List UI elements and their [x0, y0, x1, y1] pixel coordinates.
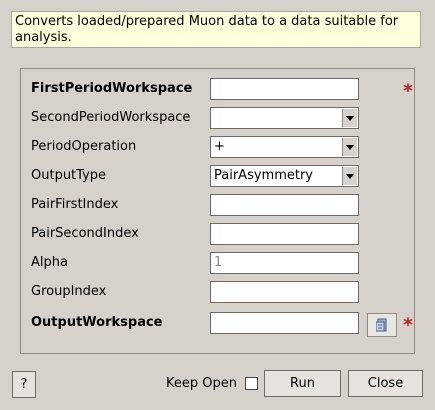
- period-operation-combobox[interactable]: +: [210, 136, 359, 158]
- second-period-workspace-label: SecondPeriodWorkspace: [31, 110, 191, 125]
- period-operation-label: PeriodOperation: [31, 139, 137, 154]
- period-operation-value: +: [214, 139, 225, 154]
- output-workspace-required-icon: *: [403, 314, 413, 336]
- keep-open-checkbox[interactable]: [245, 377, 258, 390]
- workspace-list-icon: [376, 318, 387, 332]
- second-period-workspace-combobox[interactable]: [210, 107, 359, 129]
- first-period-workspace-required-icon: *: [403, 80, 413, 102]
- chevron-down-icon[interactable]: [342, 167, 357, 185]
- close-button[interactable]: Close: [348, 370, 423, 397]
- chevron-down-icon[interactable]: [342, 109, 357, 127]
- chevron-down-icon[interactable]: [342, 138, 357, 156]
- help-button[interactable]: ?: [12, 371, 36, 398]
- pair-first-index-input[interactable]: [210, 194, 359, 216]
- algorithm-description: Converts loaded/prepared Muon data to a …: [11, 11, 421, 48]
- group-index-label: GroupIndex: [31, 284, 107, 299]
- workspace-browse-button[interactable]: [367, 313, 397, 337]
- run-button[interactable]: Run: [264, 370, 341, 397]
- alpha-label: Alpha: [31, 255, 68, 270]
- alpha-input[interactable]: 1: [210, 252, 359, 274]
- keep-open-label: Keep Open: [166, 376, 237, 391]
- group-index-input[interactable]: [210, 281, 359, 303]
- first-period-workspace-label: FirstPeriodWorkspace: [31, 81, 193, 96]
- pair-first-index-label: PairFirstIndex: [31, 197, 119, 212]
- output-workspace-label: OutputWorkspace: [31, 315, 163, 330]
- first-period-workspace-input[interactable]: [210, 78, 359, 100]
- output-workspace-input[interactable]: [210, 312, 359, 334]
- output-type-combobox[interactable]: PairAsymmetry: [210, 165, 359, 187]
- pair-second-index-label: PairSecondIndex: [31, 226, 139, 241]
- pair-second-index-input[interactable]: [210, 223, 359, 245]
- output-type-value: PairAsymmetry: [214, 168, 313, 183]
- output-type-label: OutputType: [31, 168, 107, 183]
